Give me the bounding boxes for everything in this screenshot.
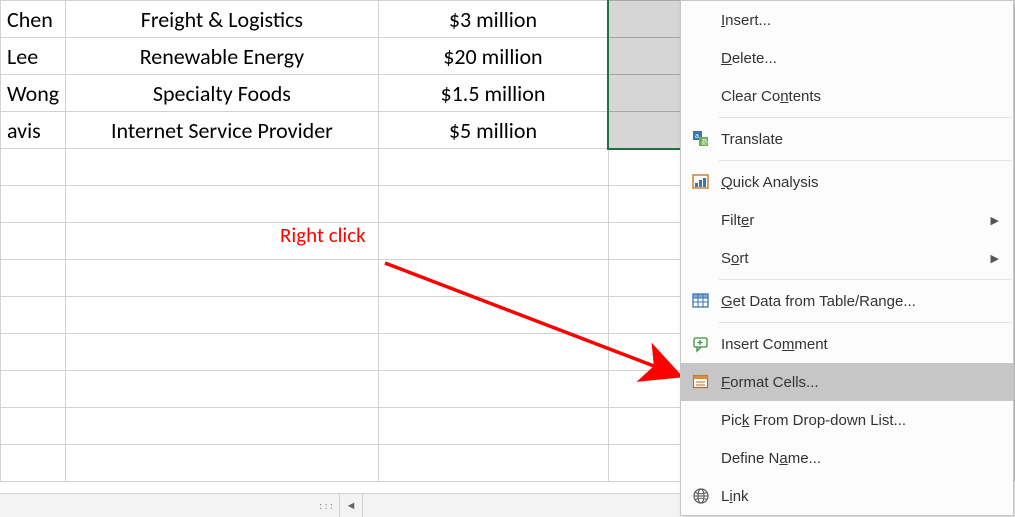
menu-separator xyxy=(719,322,1011,323)
horizontal-scrollbar[interactable]: : : : ◄ xyxy=(0,493,680,517)
cell-empty[interactable] xyxy=(378,445,608,482)
cell-empty[interactable] xyxy=(608,334,682,371)
cell-empty[interactable] xyxy=(608,371,682,408)
cell-empty[interactable] xyxy=(66,297,378,334)
menu-filter[interactable]: Filter ▶ xyxy=(681,201,1013,239)
cell-amount[interactable]: $20 million xyxy=(378,38,608,75)
cell-industry[interactable]: Internet Service Provider xyxy=(66,112,378,149)
cell-empty[interactable] xyxy=(378,297,608,334)
cell-empty[interactable] xyxy=(66,445,378,482)
scroll-track[interactable] xyxy=(362,494,680,517)
cell-name[interactable]: avis xyxy=(1,112,66,149)
cell-amount[interactable]: $3 million xyxy=(378,1,608,38)
cell-empty[interactable] xyxy=(1,334,66,371)
link-icon xyxy=(681,487,721,505)
cell-empty[interactable] xyxy=(1,445,66,482)
menu-link[interactable]: Link xyxy=(681,477,1013,515)
cell-empty[interactable] xyxy=(608,297,682,334)
comment-icon xyxy=(681,335,721,353)
cell-amount[interactable]: $5 million xyxy=(378,112,608,149)
menu-translate[interactable]: aあ Translate xyxy=(681,120,1013,158)
cell-selected[interactable] xyxy=(608,112,682,149)
cell-empty[interactable] xyxy=(378,186,608,223)
sheet-tab-handle[interactable]: : : : xyxy=(0,494,340,517)
cell-empty[interactable] xyxy=(608,149,682,186)
cell-empty[interactable] xyxy=(66,186,378,223)
cell-empty[interactable] xyxy=(1,371,66,408)
menu-label: Insert... xyxy=(721,12,999,29)
cell-selected[interactable] xyxy=(608,38,682,75)
submenu-arrow-icon: ▶ xyxy=(991,252,999,265)
menu-sort[interactable]: Sort ▶ xyxy=(681,239,1013,277)
cell-empty[interactable] xyxy=(608,186,682,223)
menu-insert-comment[interactable]: Insert Comment xyxy=(681,325,1013,363)
menu-label: Clear Contents xyxy=(721,88,999,105)
table-icon xyxy=(681,292,721,310)
submenu-arrow-icon: ▶ xyxy=(991,214,999,227)
menu-clear-contents[interactable]: Clear Contents xyxy=(681,77,1013,115)
cell-empty[interactable] xyxy=(608,260,682,297)
cell-empty[interactable] xyxy=(378,223,608,260)
menu-separator xyxy=(719,279,1011,280)
cell-empty[interactable] xyxy=(378,149,608,186)
translate-icon: aあ xyxy=(681,130,721,148)
menu-label: Get Data from Table/Range... xyxy=(721,293,999,310)
cell-industry[interactable]: Renewable Energy xyxy=(66,38,378,75)
svg-text:a: a xyxy=(695,133,699,140)
svg-text:あ: あ xyxy=(701,138,708,146)
menu-label: Format Cells... xyxy=(721,374,999,391)
menu-label: Quick Analysis xyxy=(721,174,999,191)
cell-empty[interactable] xyxy=(66,149,378,186)
annotation-label: Right click xyxy=(280,222,366,248)
cell-empty[interactable] xyxy=(1,149,66,186)
cell-empty[interactable] xyxy=(608,223,682,260)
menu-insert[interactable]: Insert... xyxy=(681,1,1013,39)
cell-industry[interactable]: Freight & Logistics xyxy=(66,1,378,38)
scroll-left-button[interactable]: ◄ xyxy=(340,494,362,517)
menu-get-data[interactable]: Get Data from Table/Range... xyxy=(681,282,1013,320)
menu-delete[interactable]: Delete... xyxy=(681,39,1013,77)
cell-empty[interactable] xyxy=(1,408,66,445)
menu-label: Filter xyxy=(721,212,991,229)
cell-industry[interactable]: Specialty Foods xyxy=(66,75,378,112)
menu-format-cells[interactable]: Format Cells... xyxy=(681,363,1013,401)
cell-selected[interactable] xyxy=(608,75,682,112)
cell-empty[interactable] xyxy=(66,371,378,408)
cell-empty[interactable] xyxy=(608,445,682,482)
cell-empty[interactable] xyxy=(1,260,66,297)
cell-name[interactable]: Wong xyxy=(1,75,66,112)
cell-empty[interactable] xyxy=(378,260,608,297)
cell-empty[interactable] xyxy=(378,334,608,371)
cell-empty[interactable] xyxy=(1,297,66,334)
cell-empty[interactable] xyxy=(66,260,378,297)
cell-empty[interactable] xyxy=(378,371,608,408)
menu-label: Link xyxy=(721,488,999,505)
resize-dots-icon: : : : xyxy=(319,499,333,512)
menu-quick-analysis[interactable]: Quick Analysis xyxy=(681,163,1013,201)
context-menu: Insert... Delete... Clear Contents aあ Tr… xyxy=(680,0,1014,516)
cell-empty[interactable] xyxy=(378,408,608,445)
menu-define-name[interactable]: Define Name... xyxy=(681,439,1013,477)
cell-empty[interactable] xyxy=(608,408,682,445)
cell-selected[interactable] xyxy=(608,1,682,38)
cell-empty[interactable] xyxy=(1,186,66,223)
menu-label: Define Name... xyxy=(721,450,999,467)
menu-label: Delete... xyxy=(721,50,999,67)
cell-empty[interactable] xyxy=(66,334,378,371)
cell-name[interactable]: Lee xyxy=(1,38,66,75)
menu-label: Insert Comment xyxy=(721,336,999,353)
format-cells-icon xyxy=(681,373,721,391)
cell-empty[interactable] xyxy=(1,223,66,260)
cell-name[interactable]: Chen xyxy=(1,1,66,38)
menu-label: Pick From Drop-down List... xyxy=(721,412,999,429)
cell-empty[interactable] xyxy=(66,408,378,445)
quick-analysis-icon xyxy=(681,173,721,191)
menu-label: Translate xyxy=(721,131,999,148)
menu-pick-from-list[interactable]: Pick From Drop-down List... xyxy=(681,401,1013,439)
menu-label: Sort xyxy=(721,250,991,267)
menu-separator xyxy=(719,117,1011,118)
menu-separator xyxy=(719,160,1011,161)
cell-amount[interactable]: $1.5 million xyxy=(378,75,608,112)
